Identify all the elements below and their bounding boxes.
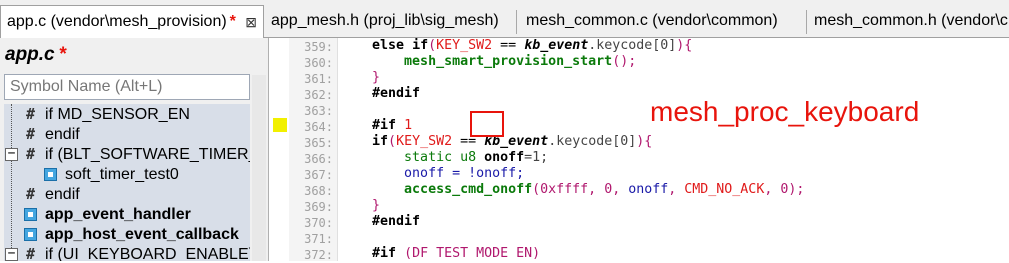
symbol-panel-title: app.c * xyxy=(5,44,67,65)
tab-app-c[interactable]: app.c (vendor\mesh_provision) * ⊠ xyxy=(0,5,264,38)
collapse-icon[interactable]: − xyxy=(5,147,18,161)
hash-icon: # xyxy=(25,245,36,262)
tab-app-mesh-h[interactable]: app_mesh.h (proj_lib\sig_mesh) xyxy=(265,7,515,37)
tree-item[interactable]: # if MD_SENSOR_EN xyxy=(24,105,190,125)
tree-item[interactable]: app_event_handler xyxy=(24,205,191,225)
bookmark-margin[interactable] xyxy=(270,38,288,261)
code-line[interactable]: else if(KEY_SW2 == kb_event.keycode[0]){ xyxy=(340,38,692,54)
hash-icon: # xyxy=(25,145,36,163)
line-number: 366: xyxy=(304,152,333,166)
code-line[interactable]: onoff = !onoff; xyxy=(340,166,524,182)
function-icon xyxy=(24,208,37,221)
line-number: 364: xyxy=(304,120,333,134)
tab-separator xyxy=(806,10,807,34)
tree-item[interactable]: soft_timer_test0 xyxy=(44,165,179,185)
tree-guide-line xyxy=(11,104,12,261)
line-number: 363: xyxy=(304,104,333,118)
line-number: 368: xyxy=(304,184,333,198)
tab-mesh-common-c[interactable]: mesh_common.c (vendor\common) xyxy=(520,7,802,37)
line-number: 359: xyxy=(304,40,333,54)
highlight-box xyxy=(470,111,504,137)
annotation-label: mesh_proc_keyboard xyxy=(650,96,920,127)
code-line[interactable]: #endif xyxy=(340,214,420,230)
tree-item[interactable]: − # if (UI_KEYBOARD_ENABLE) xyxy=(4,245,250,261)
hash-icon: # xyxy=(25,105,36,123)
symbol-panel-scrollbar[interactable] xyxy=(252,75,266,261)
symbol-search-input[interactable]: Symbol Name (Alt+L) xyxy=(4,74,250,100)
code-line[interactable]: #endif xyxy=(340,86,420,102)
line-number: 367: xyxy=(304,168,333,182)
tab-label: app.c (vendor\mesh_provision) xyxy=(7,13,227,30)
code-line[interactable]: access_cmd_onoff(0xffff, 0, onoff, CMD_N… xyxy=(340,182,804,198)
code-line[interactable]: #if 1 xyxy=(340,118,412,134)
bookmark-marker[interactable] xyxy=(273,118,287,132)
tab-label: app_mesh.h (proj_lib\sig_mesh) xyxy=(271,12,499,29)
code-line[interactable]: } xyxy=(340,70,380,86)
hash-icon: # xyxy=(25,125,36,143)
tree-item[interactable]: − # if (BLT_SOFTWARE_TIMER_E xyxy=(4,145,250,165)
line-number: 361: xyxy=(304,72,333,86)
code-line[interactable]: static u8 onoff=1; xyxy=(340,150,548,166)
symbol-panel: app.c * Symbol Name (Alt+L) # if MD_SENSO… xyxy=(0,38,269,261)
editor-tab-bar: app.c (vendor\mesh_provision) * ⊠ app_mes… xyxy=(0,0,1009,38)
line-number: 360: xyxy=(304,56,333,70)
tree-item[interactable]: app_host_event_callback xyxy=(24,225,239,245)
code-line[interactable]: mesh_smart_provision_start(); xyxy=(340,54,636,70)
modified-indicator: * xyxy=(229,13,236,30)
symbol-tree: # if MD_SENSOR_EN # endif − # if (BLT_SO… xyxy=(4,104,250,261)
code-line[interactable]: } xyxy=(340,198,380,214)
line-number: 362: xyxy=(304,88,333,102)
line-number: 371: xyxy=(304,232,333,246)
collapse-icon[interactable]: − xyxy=(5,247,18,261)
tree-item[interactable]: # endif xyxy=(24,125,80,145)
line-number: 365: xyxy=(304,136,333,150)
tab-label: mesh_common.c (vendor\common) xyxy=(526,12,778,29)
line-number: 369: xyxy=(304,200,333,214)
code-line[interactable]: #if (DF TEST MODE EN) xyxy=(340,246,540,262)
tab-mesh-common-h[interactable]: mesh_common.h (vendor\c xyxy=(808,7,1009,37)
tab-label: mesh_common.h (vendor\c xyxy=(814,12,1008,29)
function-icon xyxy=(44,168,57,181)
tab-separator xyxy=(516,10,517,34)
close-tab-icon[interactable]: ⊠ xyxy=(245,6,257,38)
hash-icon: # xyxy=(25,185,36,203)
tree-item[interactable]: # endif xyxy=(24,185,80,205)
function-icon xyxy=(24,228,37,241)
modified-indicator: * xyxy=(58,44,67,65)
line-number: 370: xyxy=(304,216,333,230)
